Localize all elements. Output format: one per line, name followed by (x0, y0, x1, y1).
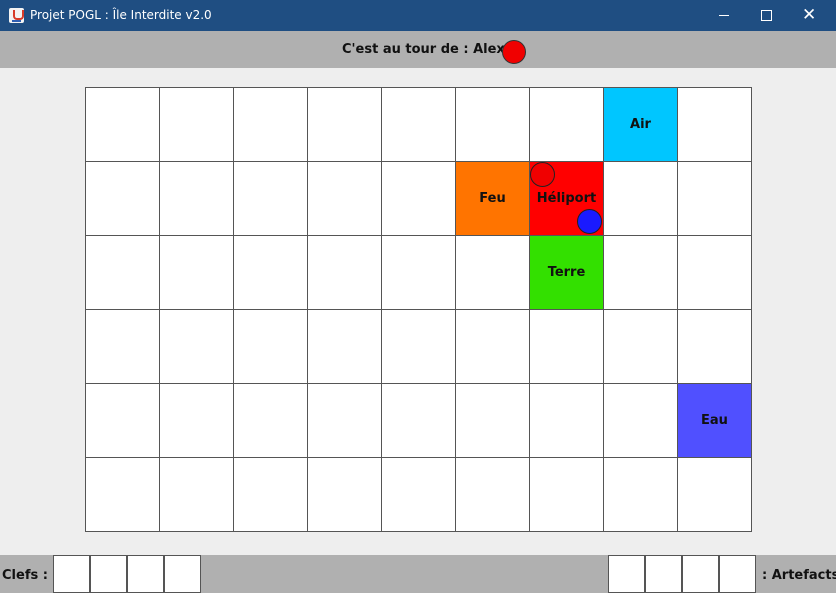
tile[interactable] (381, 383, 455, 457)
tile[interactable] (233, 235, 307, 309)
artefact-slot (719, 555, 756, 593)
tile[interactable] (307, 383, 381, 457)
player-pawn (577, 209, 602, 234)
tile[interactable] (233, 87, 307, 161)
tile[interactable] (159, 161, 233, 235)
tile-eau[interactable]: Eau (677, 383, 751, 457)
close-icon: ✕ (802, 5, 817, 25)
current-player-token (502, 40, 526, 64)
tile[interactable] (381, 309, 455, 383)
tile[interactable] (233, 383, 307, 457)
tile[interactable] (455, 87, 529, 161)
window-titlebar[interactable]: Projet POGL : Île Interdite v2.0 ✕ (0, 0, 836, 31)
game-board: Air Feu Héliport Terre Eau (85, 87, 752, 532)
tile[interactable] (159, 235, 233, 309)
tile[interactable] (677, 161, 751, 235)
tile[interactable] (381, 161, 455, 235)
key-slot (53, 555, 90, 593)
artefact-slot (645, 555, 682, 593)
close-button[interactable]: ✕ (790, 0, 836, 31)
turn-label: C'est au tour de : Alex (342, 42, 505, 57)
tile[interactable] (529, 383, 603, 457)
tile[interactable] (603, 309, 677, 383)
tile[interactable] (455, 383, 529, 457)
player-pawn (530, 162, 555, 187)
tile[interactable] (307, 87, 381, 161)
tile[interactable] (381, 87, 455, 161)
minimize-icon (719, 15, 729, 16)
tile[interactable] (381, 457, 455, 531)
artefacts-label: : Artefacts (762, 568, 836, 583)
keys-label: Clefs : (2, 568, 48, 583)
tile[interactable] (307, 235, 381, 309)
turn-bar: C'est au tour de : Alex (0, 31, 836, 68)
tile[interactable] (233, 309, 307, 383)
key-slot (90, 555, 127, 593)
tile[interactable] (677, 457, 751, 531)
tile-air[interactable]: Air (603, 87, 677, 161)
tile[interactable] (677, 235, 751, 309)
tile[interactable] (85, 161, 159, 235)
tile[interactable] (603, 383, 677, 457)
artefact-slot (608, 555, 645, 593)
tile[interactable] (529, 309, 603, 383)
tile[interactable] (677, 309, 751, 383)
window-title: Projet POGL : Île Interdite v2.0 (30, 8, 212, 22)
tile-héliport[interactable]: Héliport (529, 161, 603, 235)
tile[interactable] (159, 457, 233, 531)
tile[interactable] (307, 161, 381, 235)
tile[interactable] (455, 309, 529, 383)
java-cup-icon (9, 8, 24, 23)
tile[interactable] (233, 161, 307, 235)
tile[interactable] (85, 383, 159, 457)
key-slot (164, 555, 201, 593)
key-slot (127, 555, 164, 593)
tile[interactable] (455, 457, 529, 531)
tile[interactable] (159, 309, 233, 383)
tile[interactable] (159, 87, 233, 161)
tile[interactable] (529, 457, 603, 531)
tile[interactable] (603, 161, 677, 235)
tile-terre[interactable]: Terre (529, 235, 603, 309)
tile[interactable] (307, 457, 381, 531)
minimize-button[interactable] (719, 0, 790, 31)
tile[interactable] (455, 235, 529, 309)
tile-feu[interactable]: Feu (455, 161, 529, 235)
tile[interactable] (603, 235, 677, 309)
tile[interactable] (603, 457, 677, 531)
tile[interactable] (233, 457, 307, 531)
artefact-slot (682, 555, 719, 593)
tile[interactable] (381, 235, 455, 309)
inventory-bar: Clefs : : Artefacts (0, 555, 836, 593)
tile[interactable] (85, 87, 159, 161)
tile[interactable] (677, 87, 751, 161)
tile[interactable] (159, 383, 233, 457)
tile[interactable] (85, 457, 159, 531)
tile[interactable] (85, 309, 159, 383)
tile[interactable] (307, 309, 381, 383)
tile[interactable] (85, 235, 159, 309)
tile[interactable] (529, 87, 603, 161)
